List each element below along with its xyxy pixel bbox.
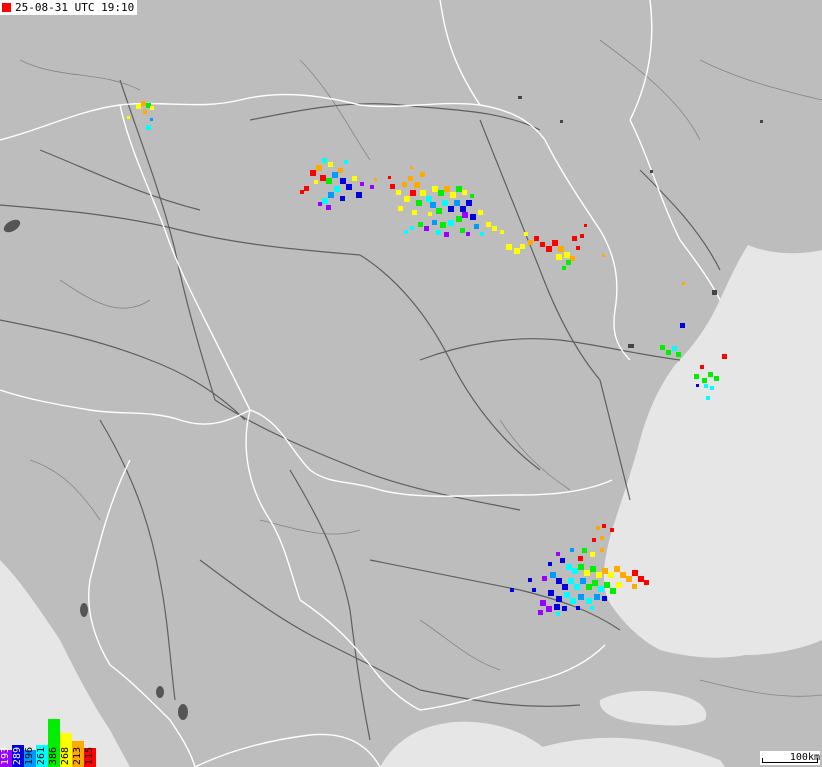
legend-count: 268 bbox=[60, 746, 71, 765]
strike-count-legend: 193 289 196 261 386 268 213 115 bbox=[0, 719, 96, 767]
legend-bar: 289 bbox=[12, 745, 24, 767]
lightning-cluster-north-romania bbox=[388, 166, 605, 270]
legend-bar: 115 bbox=[84, 746, 96, 767]
black-sea bbox=[603, 245, 822, 658]
timestamp: 25-08-31 UTC 19:10 bbox=[15, 1, 135, 14]
legend-bar: 213 bbox=[72, 741, 84, 767]
legend-count: 196 bbox=[24, 746, 35, 765]
legend-count: 261 bbox=[36, 746, 47, 765]
legend-bar: 386 bbox=[48, 719, 60, 767]
legend-bar: 268 bbox=[60, 733, 72, 767]
lake-prespa bbox=[156, 686, 164, 698]
legend-count: 386 bbox=[48, 746, 59, 765]
legend-bar: 196 bbox=[24, 746, 36, 767]
lightning-map bbox=[0, 0, 822, 767]
live-indicator-icon bbox=[2, 3, 11, 12]
lake-ohrid bbox=[178, 704, 188, 720]
legend-count: 115 bbox=[84, 746, 95, 765]
roads bbox=[0, 79, 721, 741]
lake-balaton bbox=[3, 219, 21, 233]
lake-scutari bbox=[80, 603, 88, 617]
scale-bar: 100km bbox=[760, 751, 820, 765]
marmara-sea bbox=[599, 690, 707, 726]
timestamp-bar: 25-08-31 UTC 19:10 bbox=[0, 0, 138, 15]
lightning-cluster-north-west bbox=[127, 101, 154, 130]
borders bbox=[0, 0, 721, 767]
legend-bar: 261 bbox=[36, 745, 48, 767]
legend-count: 193 bbox=[0, 746, 11, 765]
legend-count: 213 bbox=[72, 746, 83, 765]
legend-bar: 193 bbox=[0, 746, 12, 767]
scale-bar-line bbox=[762, 758, 818, 763]
legend-count: 289 bbox=[12, 746, 23, 765]
lightning-cluster-carpathians bbox=[300, 158, 377, 210]
